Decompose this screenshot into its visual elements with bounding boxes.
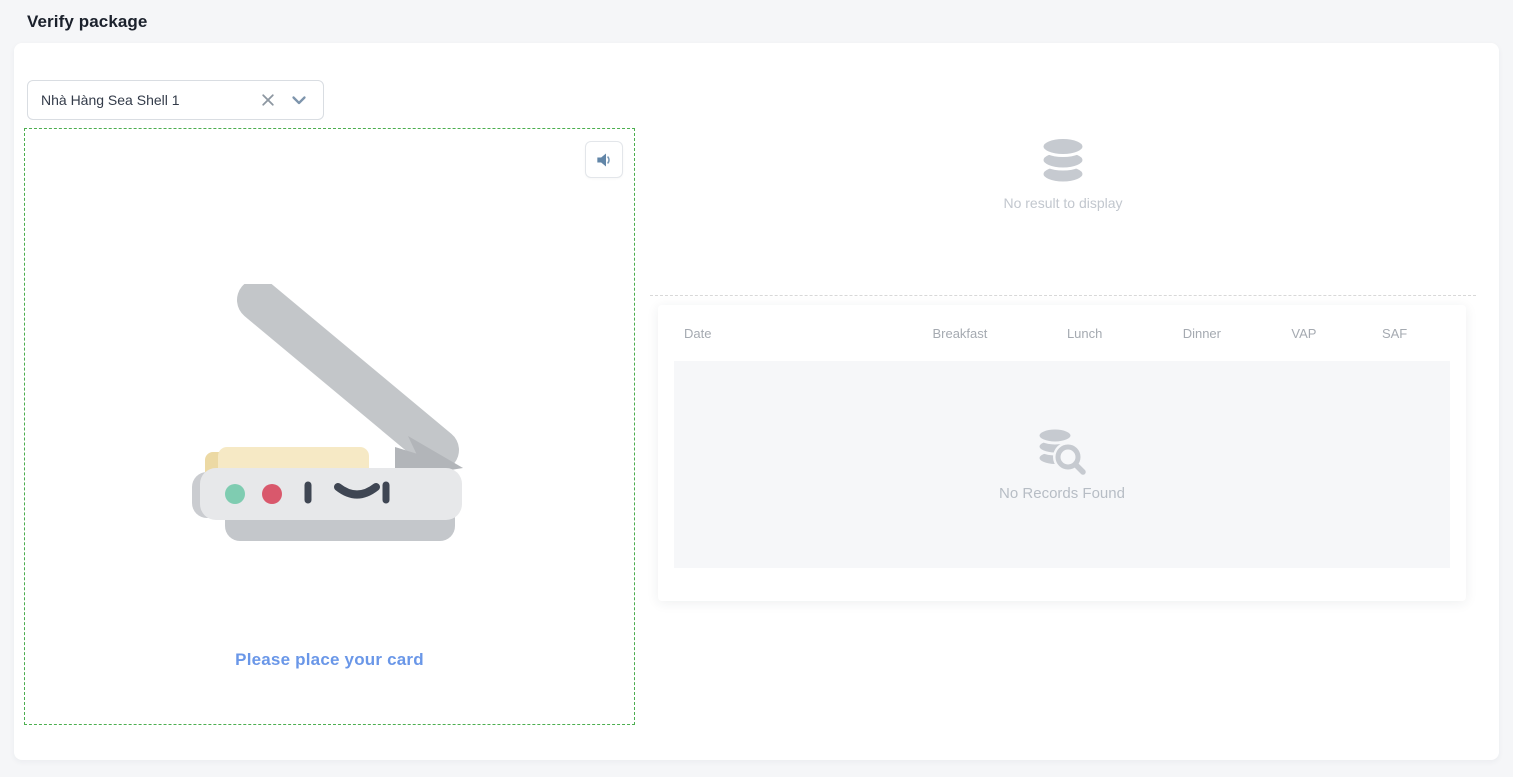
result-empty-state: No result to display — [650, 137, 1476, 211]
table-header-row: Date Breakfast Lunch Dinner VAP SAF — [658, 305, 1466, 361]
chevron-down-icon[interactable] — [288, 89, 310, 111]
no-result-text: No result to display — [1003, 195, 1122, 211]
page-title: Verify package — [27, 12, 147, 32]
column-header-lunch: Lunch — [1024, 326, 1145, 341]
no-records-text: No Records Found — [999, 485, 1125, 502]
x-icon[interactable] — [257, 89, 279, 111]
column-header-date: Date — [684, 326, 896, 341]
records-table: Date Breakfast Lunch Dinner VAP SAF No R… — [658, 305, 1466, 601]
scan-prompt: Please place your card — [25, 650, 634, 670]
column-header-vap: VAP — [1259, 326, 1350, 341]
table-empty-state: No Records Found — [674, 361, 1450, 568]
dashed-separator — [650, 295, 1476, 296]
card-scan-zone: Please place your card — [24, 128, 635, 725]
speaker-icon — [594, 150, 614, 170]
top-bar: Verify package — [0, 0, 1513, 43]
column-header-saf: SAF — [1349, 326, 1440, 341]
content-card: Nhà Hàng Sea Shell 1 — [14, 43, 1499, 760]
scanner-illustration — [190, 284, 470, 549]
database-search-icon — [1035, 427, 1089, 477]
speaker-button[interactable] — [585, 141, 623, 178]
database-icon — [1040, 137, 1086, 185]
column-header-breakfast: Breakfast — [896, 326, 1025, 341]
restaurant-select[interactable]: Nhà Hàng Sea Shell 1 — [27, 80, 324, 120]
restaurant-select-value: Nhà Hàng Sea Shell 1 — [41, 92, 257, 108]
column-header-dinner: Dinner — [1145, 326, 1258, 341]
